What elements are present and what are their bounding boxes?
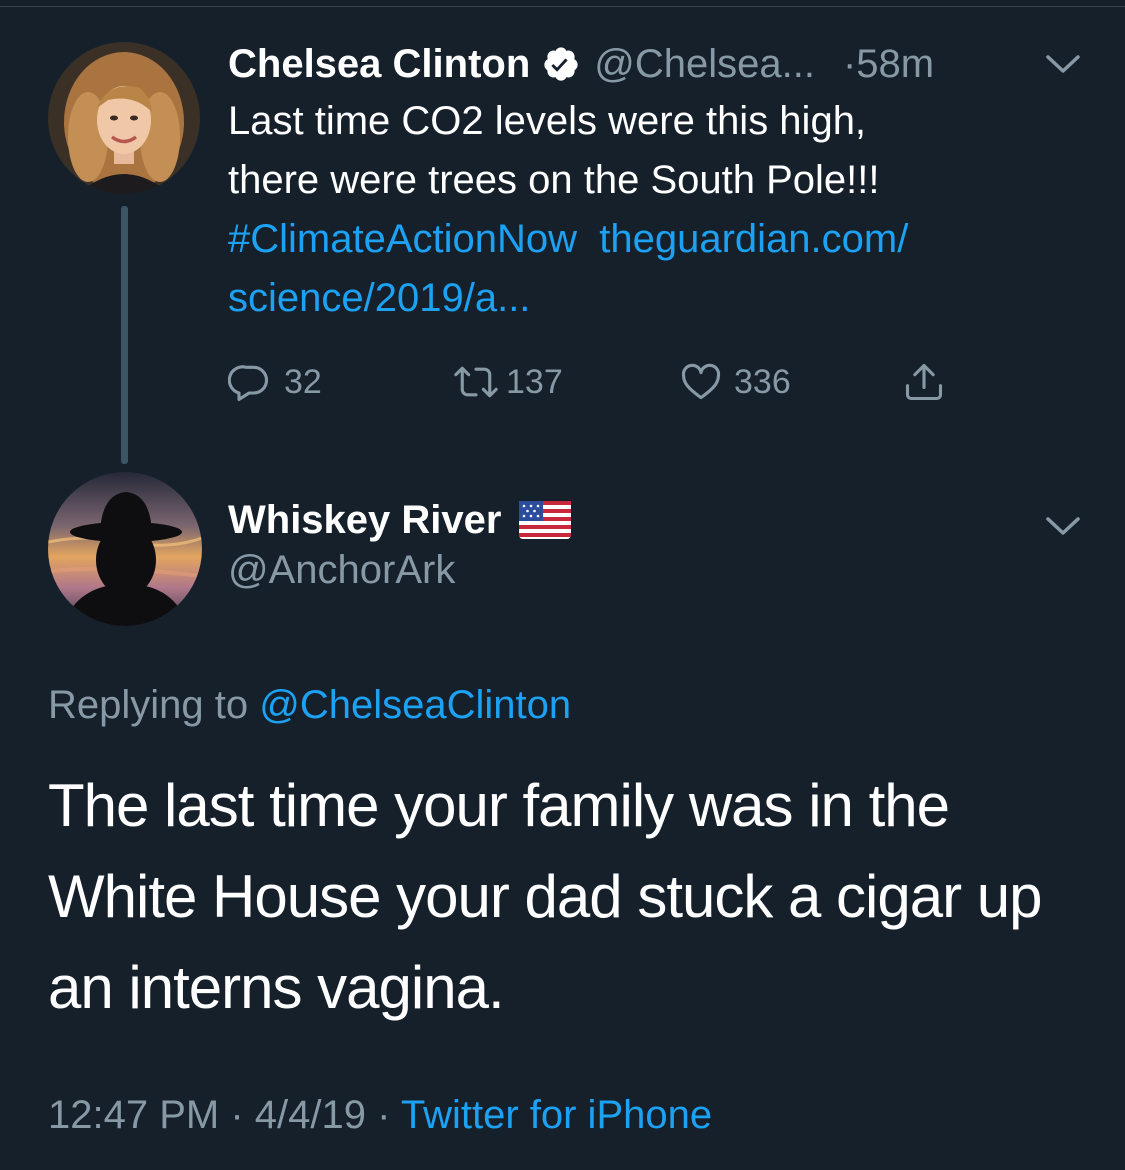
parent-tweet-text: Last time CO2 levels were this high, the… [228, 92, 1088, 328]
reply-author-name[interactable]: Whiskey River [228, 498, 501, 543]
reply-tweet-text: The last time your family was in the Whi… [48, 772, 1043, 1021]
hashtag-link[interactable]: #ClimateActionNow [228, 217, 577, 261]
whiskey-river-avatar[interactable] [48, 472, 202, 626]
chevron-down-icon[interactable] [1044, 52, 1082, 76]
reply-count: 32 [284, 362, 322, 401]
retweet-count: 137 [506, 362, 563, 401]
meta-separator: · [377, 1093, 391, 1137]
time-separator: · [842, 41, 857, 86]
chelsea-clinton-avatar[interactable] [48, 42, 200, 194]
reply-tweet-header: Whiskey River [228, 490, 572, 550]
time-ago: 58m [856, 41, 935, 86]
tweet-time[interactable]: ·58m [843, 42, 934, 87]
verified-badge-icon [542, 45, 580, 83]
like-count: 336 [734, 362, 791, 401]
thread-line [121, 206, 128, 464]
tweet-date[interactable]: 4/4/19 [255, 1093, 366, 1137]
reply-icon [228, 365, 269, 401]
reply-tweet-meta: 12:47 PM · 4/4/19 · Twitter for iPhone [48, 1093, 712, 1138]
us-flag-icon [519, 501, 572, 539]
meta-separator: · [230, 1093, 244, 1137]
replying-to-line: Replying to @ChelseaClinton [48, 683, 571, 728]
reply-author-handle[interactable]: @AnchorArk [228, 548, 455, 593]
tweet-text-line-2: there were trees on the South Pole!!! [228, 158, 880, 202]
replying-to-label: Replying to [48, 683, 249, 727]
article-link-continued[interactable]: science/2019/a... [228, 276, 530, 320]
article-link[interactable]: theguardian.com/ [599, 217, 908, 261]
tweet-text-line-1: Last time CO2 levels were this high, [228, 99, 867, 143]
share-icon [905, 363, 943, 401]
share-button[interactable] [902, 352, 946, 412]
like-button[interactable]: 336 [678, 352, 791, 412]
parent-tweet-header: Chelsea Clinton @Chelsea... ·58m [228, 36, 934, 92]
tweet-source-link[interactable]: Twitter for iPhone [401, 1093, 712, 1137]
tweet-timestamp[interactable]: 12:47 PM [48, 1093, 219, 1137]
reply-button[interactable]: 32 [228, 352, 322, 412]
chevron-down-icon[interactable] [1044, 514, 1082, 538]
author-handle[interactable]: @Chelsea... [594, 42, 815, 87]
author-name[interactable]: Chelsea Clinton [228, 42, 530, 87]
like-icon [681, 363, 721, 400]
replying-to-mention[interactable]: @ChelseaClinton [259, 683, 571, 727]
retweet-icon [454, 366, 498, 398]
retweet-button[interactable]: 137 [452, 352, 563, 412]
top-divider [0, 0, 1125, 7]
